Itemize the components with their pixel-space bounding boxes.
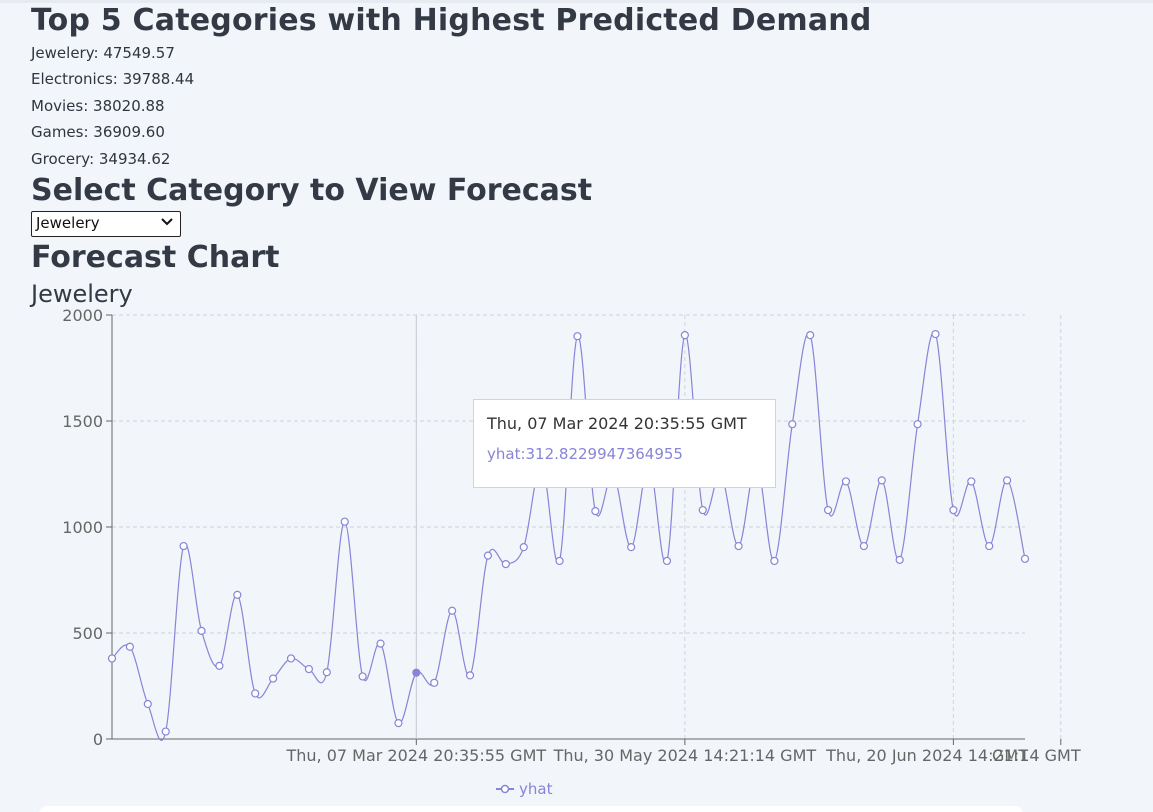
data-point xyxy=(931,329,940,339)
y-tick-label: 2000 xyxy=(62,306,103,325)
data-point xyxy=(340,517,349,526)
tooltip-label: Thu, 07 Mar 2024 20:35:55 GMT xyxy=(487,414,747,433)
data-point xyxy=(269,674,278,683)
data-point xyxy=(179,541,188,551)
y-tick-label: 500 xyxy=(72,624,103,643)
data-point xyxy=(698,505,707,515)
data-point xyxy=(734,541,743,551)
data-point xyxy=(1002,476,1012,485)
data-point xyxy=(286,654,296,663)
data-point xyxy=(573,332,582,341)
data-point xyxy=(949,505,958,515)
legend-label: yhat xyxy=(519,780,553,798)
bottom-card-edge xyxy=(39,806,1023,812)
data-point xyxy=(985,541,994,551)
data-point xyxy=(788,420,797,429)
x-tick-label: Thu, 30 May 2024 14:21:14 GMT xyxy=(553,746,817,765)
data-point xyxy=(501,559,510,569)
data-point xyxy=(877,476,886,485)
data-point xyxy=(483,551,493,560)
data-point xyxy=(197,626,206,635)
data-point xyxy=(107,654,117,663)
data-point xyxy=(662,556,672,566)
x-tick-label: Thu, 20 Jun 2024 14:21:14 GMT xyxy=(825,746,1081,765)
y-tick-label: 0 xyxy=(93,730,103,749)
x-tick-label: GMT xyxy=(992,746,1028,765)
data-point xyxy=(823,505,833,515)
active-data-point xyxy=(412,668,421,677)
data-point xyxy=(1020,554,1030,563)
data-point xyxy=(376,639,385,648)
data-point xyxy=(859,541,868,551)
data-point xyxy=(770,556,779,566)
data-point xyxy=(841,477,851,486)
data-point xyxy=(215,661,224,670)
page: Top 5 Categories with Highest Predicted … xyxy=(0,0,1153,812)
chart-tooltip: Thu, 07 Mar 2024 20:35:55 GMT yhat:312.8… xyxy=(473,399,776,488)
data-point xyxy=(465,671,475,680)
data-point xyxy=(394,718,403,728)
data-point xyxy=(233,590,242,599)
y-tick-label: 1500 xyxy=(62,412,103,431)
data-point xyxy=(967,477,976,486)
data-point xyxy=(913,420,922,429)
data-point xyxy=(680,331,689,340)
data-point xyxy=(627,543,636,552)
data-point xyxy=(430,678,439,687)
data-point xyxy=(304,664,314,674)
data-point xyxy=(161,727,170,736)
data-point xyxy=(251,689,260,698)
tooltip-value: yhat:312.8229947364955 xyxy=(487,445,683,463)
data-point xyxy=(895,555,904,564)
data-point xyxy=(555,556,564,566)
x-tick-label: Thu, 07 Mar 2024 20:35:55 GMT xyxy=(285,746,546,765)
chart-legend[interactable]: yhat xyxy=(496,779,552,799)
legend-line-icon xyxy=(496,784,514,794)
data-point xyxy=(591,507,600,516)
y-tick-label: 1000 xyxy=(62,518,103,537)
data-point xyxy=(358,672,367,681)
data-point xyxy=(125,642,135,651)
data-point xyxy=(143,699,152,709)
data-point xyxy=(806,331,815,340)
data-point xyxy=(519,543,528,552)
data-point xyxy=(448,606,457,615)
data-point xyxy=(322,668,331,677)
series-line-yhat xyxy=(111,331,1026,741)
